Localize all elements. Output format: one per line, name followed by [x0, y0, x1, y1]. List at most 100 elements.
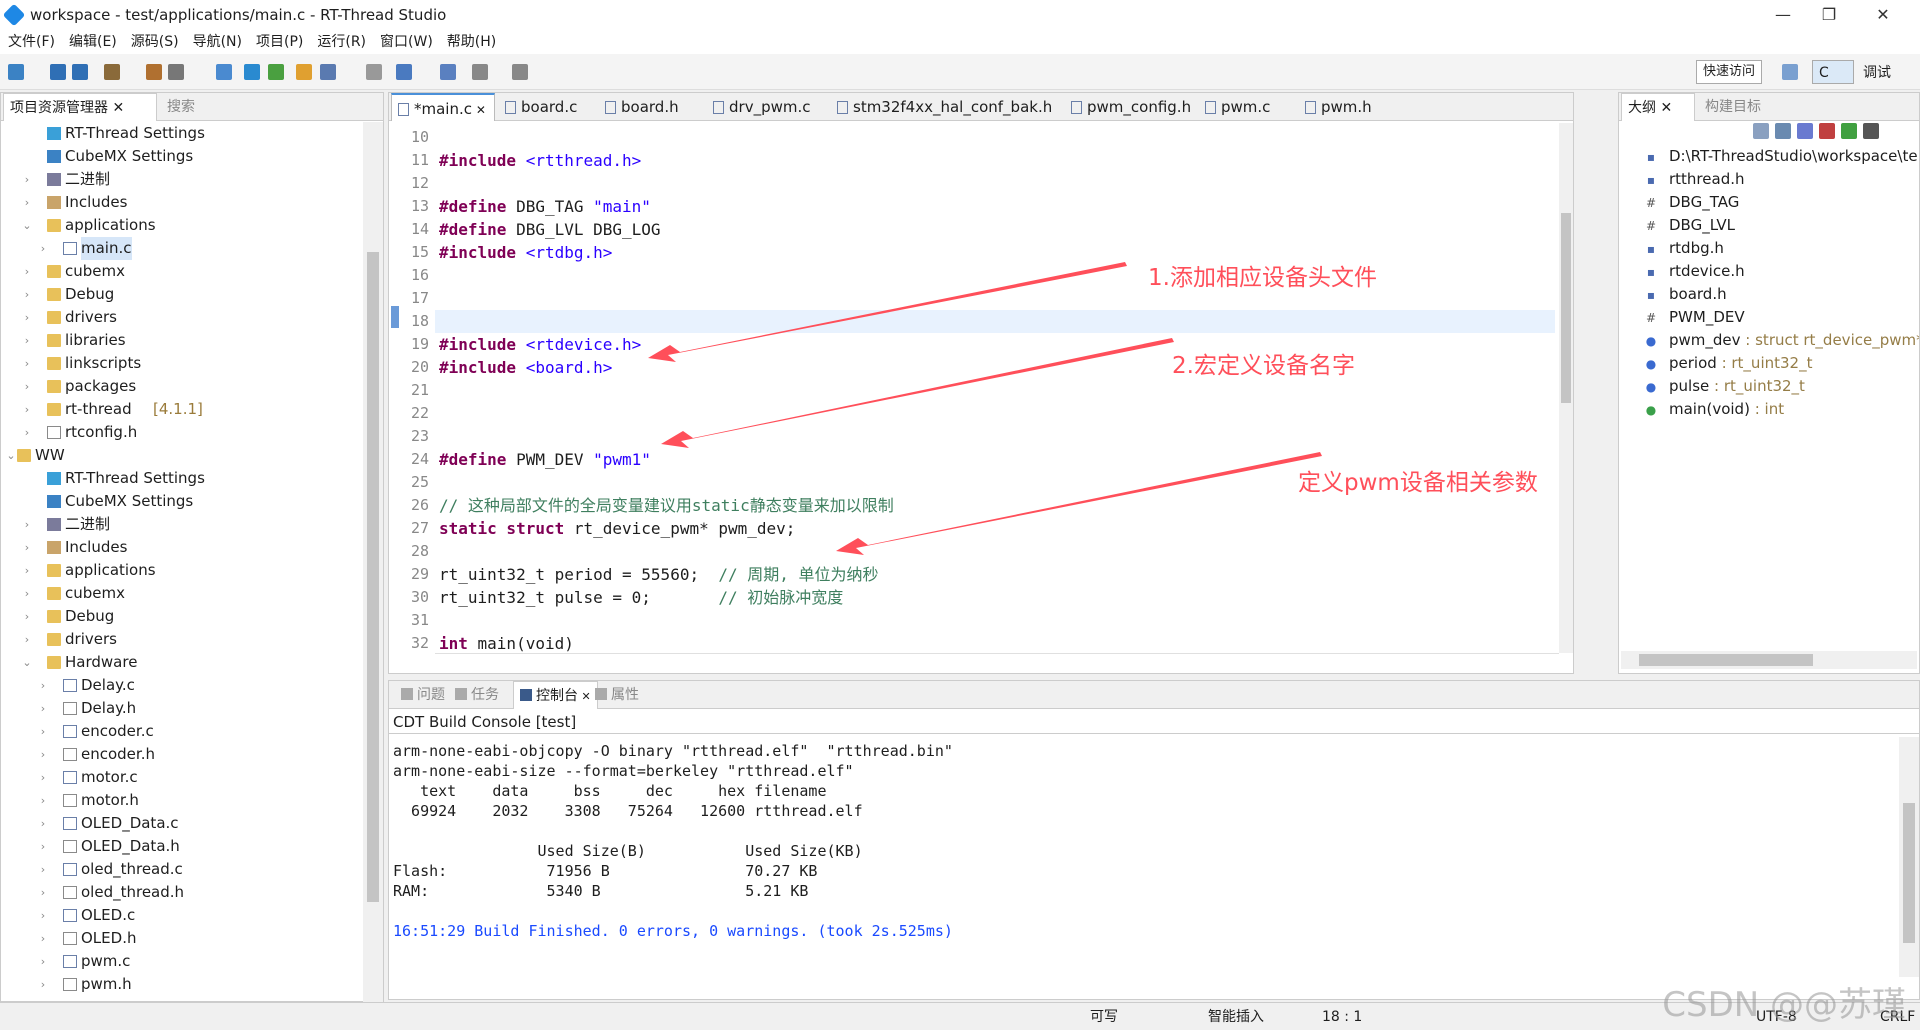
chevron-right-icon[interactable]: › — [37, 835, 49, 858]
tab-project-explorer[interactable]: 项目资源管理器 ✕ — [3, 93, 157, 121]
tree-item[interactable]: › linkscripts — [1, 352, 363, 375]
rebuild-icon[interactable] — [146, 64, 162, 80]
close-tab-icon[interactable]: ✕ — [472, 103, 486, 117]
outline-item[interactable]: ▪ board.h — [1619, 283, 1919, 306]
group-icon[interactable] — [1863, 123, 1879, 139]
outline-item[interactable]: # DBG_LVL — [1619, 214, 1919, 237]
editor-tab[interactable]: board.c — [499, 93, 585, 121]
editor-tab[interactable]: drv_pwm.c — [707, 93, 818, 121]
menu-item[interactable]: 导航(N) — [185, 30, 248, 54]
chevron-right-icon[interactable]: › — [21, 559, 33, 582]
quick-access-input[interactable]: 快速访问 — [1696, 60, 1762, 84]
chevron-right-icon[interactable]: › — [37, 720, 49, 743]
tree-item[interactable]: › OLED_Data.h — [1, 835, 363, 858]
tree-item[interactable]: › pwm.h — [1, 973, 363, 996]
code-area[interactable]: #include <rtthread.h> #define DBG_TAG "ma… — [435, 123, 1561, 653]
editor-tab[interactable]: pwm.h — [1299, 93, 1380, 121]
outline-item[interactable]: ▪ rtdevice.h — [1619, 260, 1919, 283]
editor-scroll-thumb[interactable] — [1561, 213, 1571, 403]
console-tab[interactable]: 属性 — [589, 681, 645, 709]
tree-item[interactable]: › drivers — [1, 306, 363, 329]
console-tab[interactable]: 问题 — [395, 681, 451, 709]
tree-item[interactable]: › Includes — [1, 536, 363, 559]
editor-tab[interactable]: pwm_config.h — [1065, 93, 1199, 121]
restore-icon[interactable]: ❐ — [1806, 0, 1852, 30]
tab-search[interactable]: 搜索 — [161, 93, 201, 121]
tree-item[interactable]: › rt-thread [4.1.1] — [1, 398, 363, 421]
tree-item[interactable]: RT-Thread Settings — [1, 122, 363, 145]
tab-build-targets[interactable]: 构建目标 — [1699, 93, 1767, 121]
console-output[interactable]: arm-none-eabi-objcopy -O binary "rtthrea… — [393, 741, 1893, 981]
menu-item[interactable]: 窗口(W) — [372, 30, 439, 54]
export-icon[interactable] — [396, 64, 412, 80]
tree-item[interactable]: › 二进制 — [1, 168, 363, 191]
chevron-right-icon[interactable]: › — [21, 421, 33, 444]
tree-item[interactable]: › rtconfig.h — [1, 421, 363, 444]
tree-item[interactable]: › motor.c — [1, 766, 363, 789]
chevron-right-icon[interactable]: › — [37, 743, 49, 766]
outline-hscroll-thumb[interactable] — [1639, 654, 1813, 666]
tree-item[interactable]: › OLED_Data.c — [1, 812, 363, 835]
chevron-right-icon[interactable]: › — [37, 812, 49, 835]
outline-hscrollbar[interactable] — [1621, 651, 1917, 669]
back-icon[interactable] — [472, 64, 488, 80]
outline-item[interactable]: ● main(void) : int — [1619, 398, 1919, 421]
chevron-right-icon[interactable]: › — [37, 789, 49, 812]
editor-tab[interactable]: *main.c ✕ — [391, 93, 495, 121]
chevron-right-icon[interactable]: › — [21, 536, 33, 559]
sort-icon[interactable] — [1775, 123, 1791, 139]
minimize-icon[interactable]: — — [1760, 0, 1806, 30]
tree-item[interactable]: › OLED.h — [1, 927, 363, 950]
close-icon[interactable]: ✕ — [1860, 0, 1906, 30]
chevron-right-icon[interactable]: › — [21, 329, 33, 352]
chevron-right-icon[interactable]: › — [21, 628, 33, 651]
chevron-right-icon[interactable]: › — [21, 582, 33, 605]
settings-icon[interactable] — [244, 64, 260, 80]
outline-item[interactable]: ▪ rtdbg.h — [1619, 237, 1919, 260]
tree-item[interactable]: › packages — [1, 375, 363, 398]
editor-tab[interactable]: stm32f4xx_hal_conf_bak.h — [831, 93, 1060, 121]
tree-item[interactable]: › encoder.h — [1, 743, 363, 766]
tree-item[interactable]: › libraries — [1, 329, 363, 352]
chevron-right-icon[interactable]: › — [21, 283, 33, 306]
chevron-right-icon[interactable]: › — [37, 904, 49, 927]
tree-item[interactable]: RT-Thread Settings — [1, 467, 363, 490]
tree-item[interactable]: › pwm.c — [1, 950, 363, 973]
chevron-right-icon[interactable]: › — [21, 513, 33, 536]
perspective-c[interactable]: C — [1812, 60, 1854, 84]
download-icon[interactable] — [216, 64, 232, 80]
outline-item[interactable]: # PWM_DEV — [1619, 306, 1919, 329]
save-all-icon[interactable] — [72, 64, 88, 80]
tree-item[interactable]: › oled_thread.c — [1, 858, 363, 881]
tree-item[interactable]: › oled_thread.h — [1, 881, 363, 904]
menu-item[interactable]: 文件(F) — [0, 30, 61, 54]
tree-item[interactable]: › Debug — [1, 605, 363, 628]
menu-item[interactable]: 帮助(H) — [439, 30, 502, 54]
hide-nonpublic-icon[interactable] — [1841, 123, 1857, 139]
chevron-down-icon[interactable]: ⌄ — [21, 651, 33, 674]
tab-outline[interactable]: 大纲 ✕ — [1621, 93, 1695, 121]
chevron-down-icon[interactable]: ⌄ — [21, 214, 33, 237]
chevron-right-icon[interactable]: › — [37, 674, 49, 697]
chevron-right-icon[interactable]: › — [37, 973, 49, 996]
chevron-right-icon[interactable]: › — [21, 398, 33, 421]
console-tab[interactable]: 任务 — [449, 681, 505, 709]
tree-item[interactable]: › motor.h — [1, 789, 363, 812]
sdk-icon[interactable] — [366, 64, 382, 80]
tree-scroll-thumb[interactable] — [367, 252, 379, 902]
chevron-right-icon[interactable]: › — [37, 766, 49, 789]
tree-item[interactable]: › cubemx — [1, 582, 363, 605]
chevron-right-icon[interactable]: › — [21, 605, 33, 628]
collapse-all-icon[interactable] — [1753, 123, 1769, 139]
tree-item[interactable]: › OLED.c — [1, 904, 363, 927]
perspective-debug[interactable]: 调试 — [1856, 60, 1914, 84]
tree-item[interactable]: › encoder.c — [1, 720, 363, 743]
tree-item[interactable]: › 二进制 — [1, 513, 363, 536]
forward-icon[interactable] — [512, 64, 528, 80]
chevron-right-icon[interactable]: › — [21, 191, 33, 214]
chevron-right-icon[interactable]: › — [37, 881, 49, 904]
terminal-icon[interactable] — [296, 64, 312, 80]
tree-scrollbar[interactable] — [363, 122, 383, 1002]
new-icon[interactable] — [8, 64, 24, 80]
tree-item[interactable]: ⌄ WW — [1, 444, 363, 467]
